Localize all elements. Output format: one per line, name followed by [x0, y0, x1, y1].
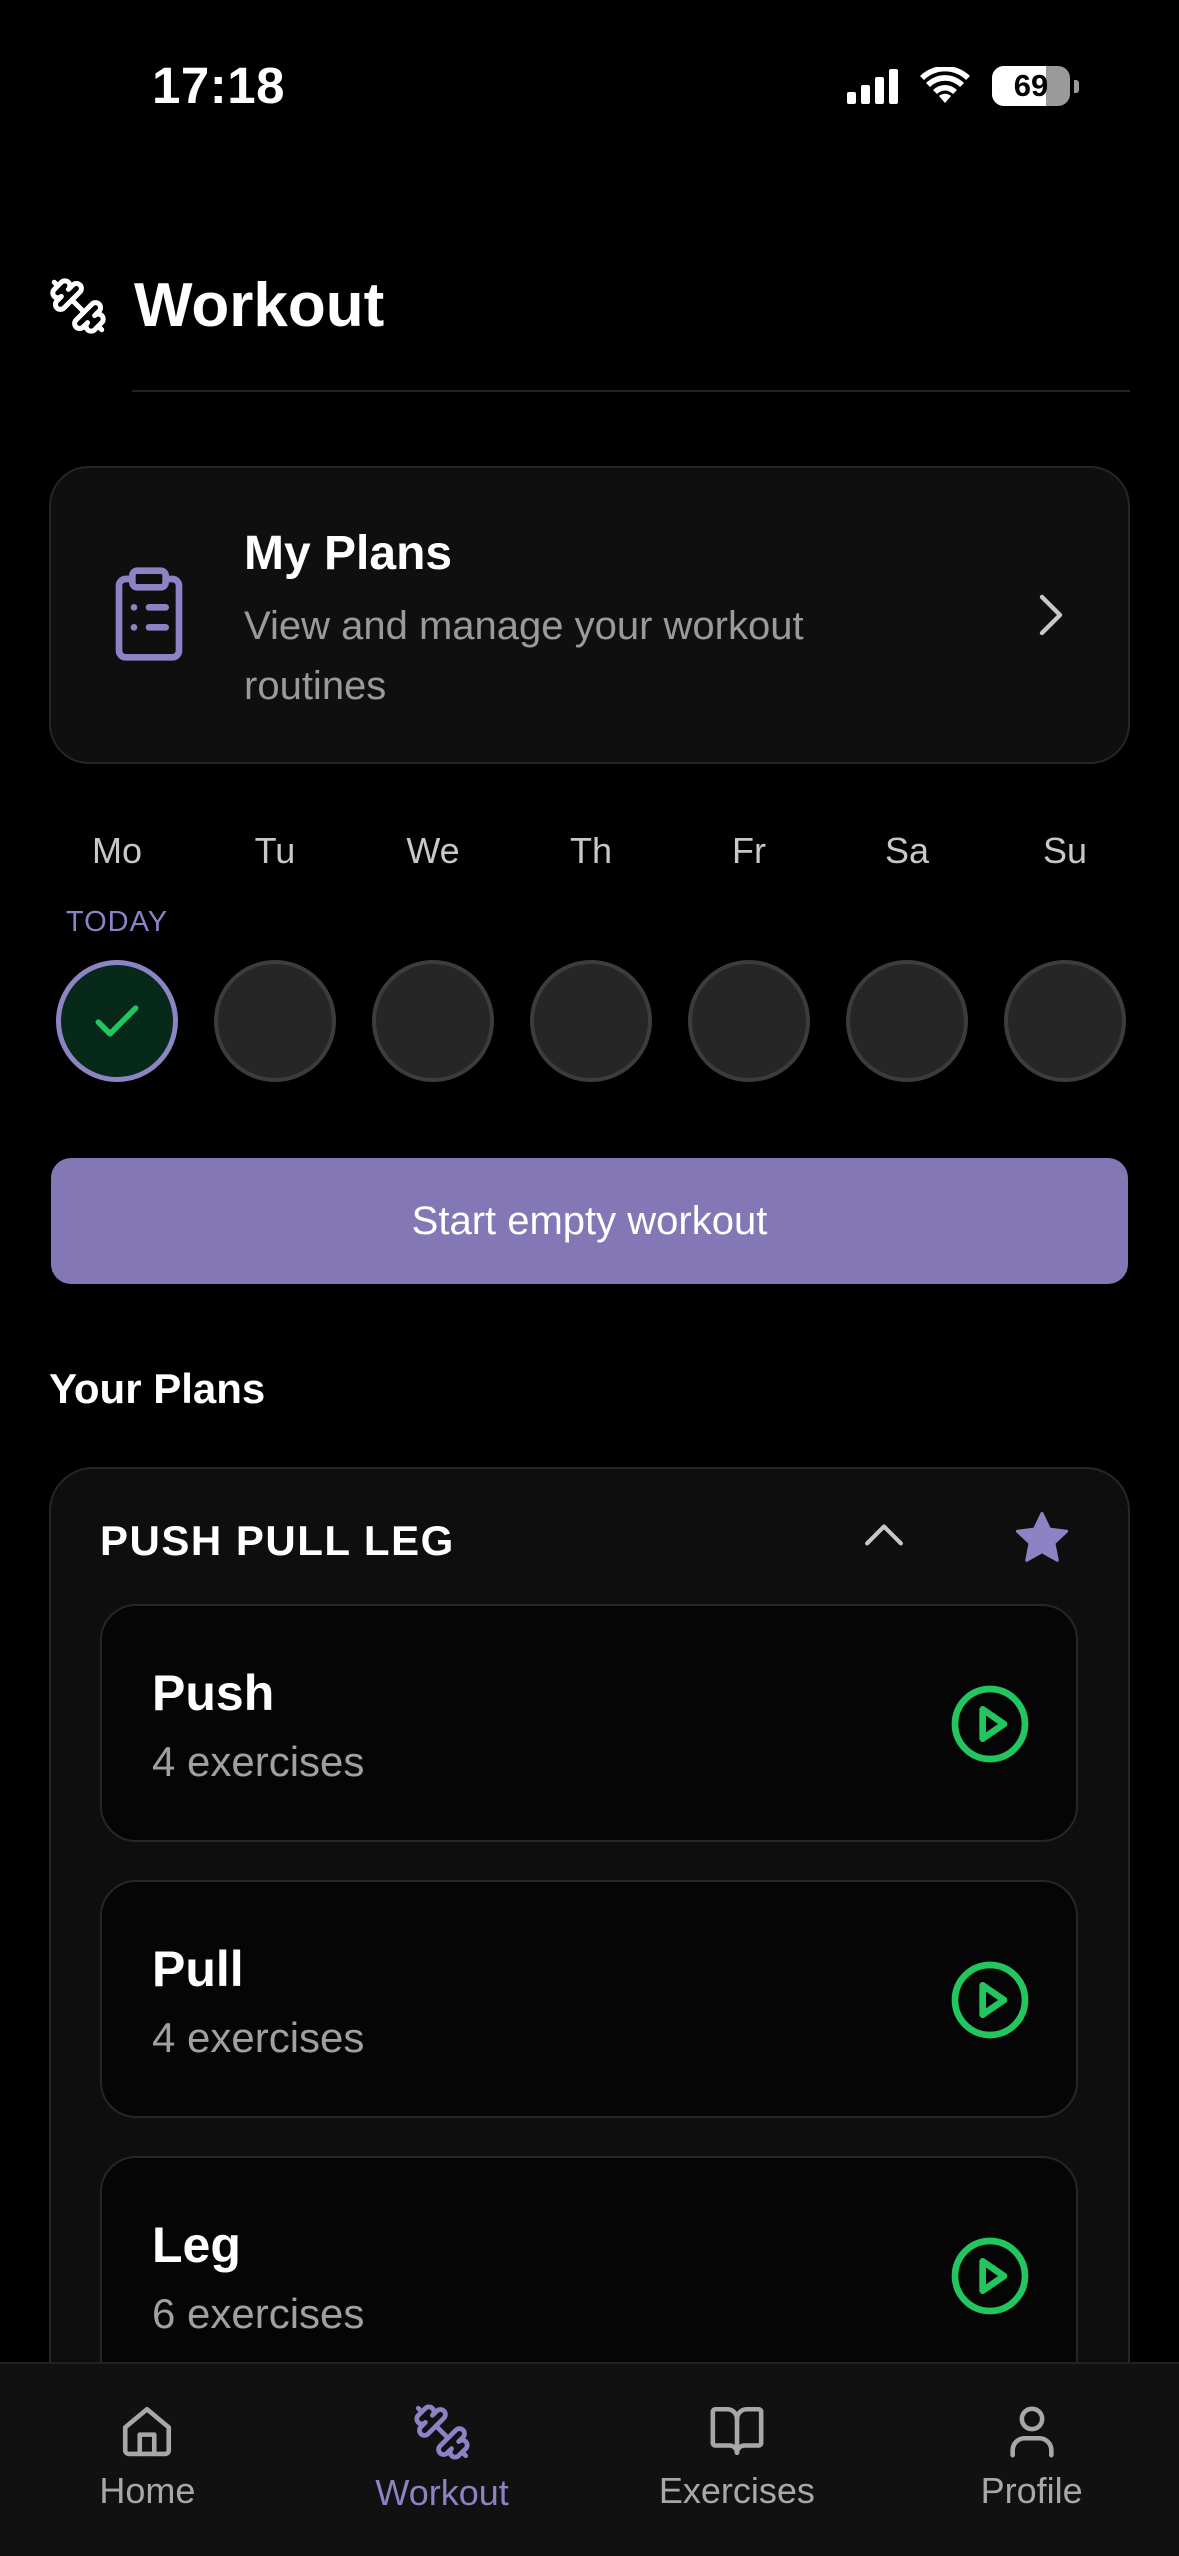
tab-home[interactable]: Home — [0, 2364, 295, 2556]
tab-label: Exercises — [658, 2470, 815, 2511]
tab-workout[interactable]: Workout — [295, 2364, 590, 2556]
day-labels: Mo Tu We Th Fr Sa Su — [56, 830, 1126, 872]
dumbbell-icon — [50, 277, 106, 334]
day-label-sa: Sa — [884, 830, 930, 871]
tab-label: Profile — [980, 2470, 1083, 2511]
workout-name: Push — [152, 1665, 275, 1721]
tab-label: Home — [99, 2470, 196, 2511]
workout-item-leg[interactable]: Leg 6 exercises — [100, 2156, 1078, 2394]
check-icon — [95, 1005, 139, 1037]
start-empty-workout-button[interactable]: Start empty workout — [51, 1158, 1128, 1284]
status-bar: 17:18 69 — [0, 0, 1179, 175]
status-time: 17:18 — [152, 57, 285, 114]
workout-item-pull[interactable]: Pull 4 exercises — [100, 1880, 1078, 2118]
my-plans-subtitle: View and manage your workout routines — [244, 604, 804, 708]
day-label-fr: Fr — [732, 830, 766, 871]
home-icon — [123, 2406, 172, 2457]
day-circle-sa[interactable] — [846, 960, 968, 1082]
day-circles — [56, 960, 1126, 1082]
my-plans-title: My Plans — [244, 527, 453, 580]
day-label-tu: Tu — [254, 830, 296, 871]
workout-exercise-count: 4 exercises — [152, 2014, 365, 2061]
page-title: Workout — [134, 271, 385, 340]
day-circle-th[interactable] — [530, 960, 652, 1082]
chevron-up-icon[interactable] — [861, 1519, 907, 1549]
day-circle-fr[interactable] — [688, 960, 810, 1082]
day-circle-su[interactable] — [1004, 960, 1126, 1082]
battery-icon: 69 — [992, 66, 1070, 106]
day-label-mo: Mo — [91, 830, 142, 871]
workout-name: Pull — [152, 1941, 244, 1997]
workout-name: Leg — [152, 2217, 241, 2273]
day-label-su: Su — [1042, 830, 1088, 871]
workout-exercise-count: 6 exercises — [152, 2290, 365, 2337]
day-circle-mo[interactable] — [56, 960, 178, 1082]
tab-profile[interactable]: Profile — [884, 2364, 1179, 2556]
cellular-signal-icon — [847, 68, 898, 104]
clipboard-list-icon — [115, 567, 183, 661]
workout-exercise-count: 4 exercises — [152, 1738, 365, 1785]
dumbbell-icon — [414, 2404, 470, 2460]
my-plans-card[interactable]: My Plans View and manage your workout ro… — [49, 466, 1130, 764]
workout-screen: 17:18 69 Workout My Plans View and manag… — [0, 0, 1179, 2556]
status-icons: 69 — [847, 66, 1079, 106]
tab-bar: Home Workout Exercises Profile — [0, 2362, 1179, 2556]
plan-group-name: PUSH PULL LEG — [100, 1517, 455, 1564]
chevron-right-icon — [1039, 594, 1063, 636]
play-circle-icon[interactable] — [950, 2236, 1030, 2316]
day-circle-we[interactable] — [372, 960, 494, 1082]
week-tracker: Mo Tu We Th Fr Sa Su TODAY — [56, 830, 1126, 1082]
day-label-th: Th — [569, 830, 612, 871]
star-icon[interactable] — [1011, 1507, 1073, 1569]
battery-tip — [1074, 79, 1079, 93]
workout-item-push[interactable]: Push 4 exercises — [100, 1604, 1078, 1842]
play-circle-icon[interactable] — [950, 1684, 1030, 1764]
day-label-we: We — [406, 830, 460, 871]
wifi-icon — [920, 67, 970, 103]
day-circle-tu[interactable] — [214, 960, 336, 1082]
play-circle-icon[interactable] — [950, 1960, 1030, 2040]
battery-percent: 69 — [1013, 68, 1049, 103]
your-plans-title: Your Plans — [49, 1365, 266, 1412]
tab-exercises[interactable]: Exercises — [590, 2364, 885, 2556]
book-icon — [710, 2406, 764, 2456]
today-label: TODAY — [65, 906, 169, 938]
tab-label: Workout — [375, 2472, 509, 2513]
user-icon — [1009, 2406, 1054, 2458]
header-divider — [132, 390, 1130, 392]
page-header: Workout — [48, 270, 384, 341]
